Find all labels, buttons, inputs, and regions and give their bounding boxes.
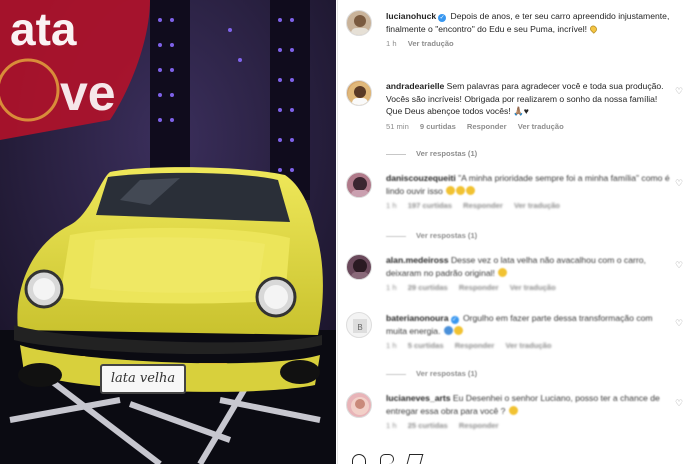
reply-button[interactable]: Responder xyxy=(459,283,499,292)
translate-link[interactable]: Ver tradução xyxy=(518,122,564,131)
comment-time: 51 min xyxy=(386,121,409,131)
comment-item: alan.medeiross Desse vez o lata velha nã… xyxy=(346,254,688,302)
comment-meta: 1 h 197 curtidas Responder Ver tradução xyxy=(386,200,670,213)
avatar[interactable] xyxy=(346,392,372,418)
comment-username[interactable]: lucianeves_arts xyxy=(386,393,451,403)
comment-meta: 51 min 9 curtidas Responder Ver tradução xyxy=(386,121,670,134)
comment-body: alan.medeiross Desse vez o lata velha nã… xyxy=(386,254,670,295)
avatar[interactable] xyxy=(346,172,372,198)
view-replies-button[interactable]: Ver respostas (1) xyxy=(386,369,477,378)
translate-link[interactable]: Ver tradução xyxy=(514,201,560,210)
divider-line xyxy=(386,153,406,155)
comment-likes[interactable]: 29 curtidas xyxy=(408,283,448,292)
comment-likes[interactable]: 5 curtidas xyxy=(408,341,444,350)
comment-body: baterianonoura ✓ Orgulho em fazer parte d… xyxy=(386,312,670,353)
like-heart-icon[interactable]: ♡ xyxy=(674,178,684,188)
emoji-icon xyxy=(498,267,508,277)
reply-button[interactable]: Responder xyxy=(463,201,503,210)
like-heart-icon[interactable]: ♡ xyxy=(674,398,684,408)
comment-meta: 1 h 29 curtidas Responder Ver tradução xyxy=(386,282,670,295)
like-heart-icon[interactable]: ♡ xyxy=(674,86,684,96)
verified-badge-icon: ✓ xyxy=(450,316,459,324)
yellow-heart-emoji-icon xyxy=(589,23,599,34)
comment-time: 1 h xyxy=(386,201,397,211)
comment-meta: 1 h 25 curtidas Responder xyxy=(386,420,670,433)
comment-item: lucianeves_arts Eu Desenhei o senhor Luc… xyxy=(346,392,688,440)
translate-link[interactable]: Ver tradução xyxy=(510,283,556,292)
svg-text:ve: ve xyxy=(60,65,116,121)
comment-username[interactable]: alan.medeiross xyxy=(386,255,449,265)
reply-button[interactable]: Responder xyxy=(455,341,495,350)
post-action-bar xyxy=(346,454,546,464)
caption-meta: 1 h Ver tradução xyxy=(386,38,670,51)
emoji-icon xyxy=(456,185,466,195)
caption-time: 1 h xyxy=(386,39,397,49)
emoji-icon xyxy=(466,185,476,195)
view-replies-button[interactable]: Ver respostas (1) xyxy=(386,149,477,158)
sign-text: lata velha xyxy=(110,371,176,386)
avatar[interactable] xyxy=(346,254,372,280)
comment-item: daniscouzequeiti "A minha prioridade sem… xyxy=(346,172,688,220)
comment-body: daniscouzequeiti "A minha prioridade sem… xyxy=(386,172,670,213)
verified-badge-icon: ✓ xyxy=(438,14,447,22)
post-caption: lucianohuck ✓ Depois de anos, e ter seu c… xyxy=(346,10,688,70)
comment-meta: 1 h 5 curtidas Responder Ver tradução xyxy=(386,340,670,353)
comment-body: andradearielle Sem palavras para agradec… xyxy=(386,80,670,133)
avatar[interactable]: B xyxy=(346,312,372,338)
comment-username[interactable]: andradearielle xyxy=(386,81,444,91)
comment-time: 1 h xyxy=(386,283,397,293)
view-replies-button[interactable]: Ver respostas (1) xyxy=(386,231,477,240)
caption-translate-link[interactable]: Ver tradução xyxy=(408,39,454,48)
comment-username[interactable]: baterianonoura xyxy=(386,313,449,323)
avatar[interactable] xyxy=(346,80,372,106)
comment-likes[interactable]: 9 curtidas xyxy=(420,122,456,131)
license-plate-sign: lata velha xyxy=(100,364,186,394)
blue-heart-emoji-icon xyxy=(443,325,453,335)
comment-likes[interactable]: 197 curtidas xyxy=(408,201,452,210)
reply-button[interactable]: Responder xyxy=(459,421,499,430)
like-heart-icon[interactable]: ♡ xyxy=(674,260,684,270)
svg-text:ata: ata xyxy=(10,3,77,55)
share-icon[interactable] xyxy=(406,454,424,464)
translate-link[interactable]: Ver tradução xyxy=(505,341,551,350)
emoji-icon xyxy=(508,405,518,415)
caption-body: lucianohuck ✓ Depois de anos, e ter seu c… xyxy=(386,10,670,51)
caption-username[interactable]: lucianohuck xyxy=(386,11,436,21)
reply-button[interactable]: Responder xyxy=(467,122,507,131)
divider-line xyxy=(386,373,406,375)
comment-body: lucianeves_arts Eu Desenhei o senhor Luc… xyxy=(386,392,670,433)
comment-icon[interactable] xyxy=(380,454,394,464)
comment-likes[interactable]: 25 curtidas xyxy=(408,421,448,430)
emoji-icon xyxy=(453,325,463,335)
post-photo[interactable]: ata ve lata velha xyxy=(0,0,336,464)
like-icon[interactable] xyxy=(352,454,366,464)
comments-panel[interactable]: lucianohuck ✓ Depois de anos, e ter seu c… xyxy=(337,0,696,464)
comment-item: andradearielle Sem palavras para agradec… xyxy=(346,80,688,140)
avatar[interactable] xyxy=(346,10,372,36)
svg-text:B: B xyxy=(357,323,362,332)
divider-line xyxy=(386,235,406,237)
emoji-icon xyxy=(446,185,456,195)
car-photo-illustration: ata ve xyxy=(0,0,336,464)
comment-username[interactable]: daniscouzequeiti xyxy=(386,173,456,183)
comment-time: 1 h xyxy=(386,341,397,351)
like-heart-icon[interactable]: ♡ xyxy=(674,318,684,328)
comment-time: 1 h xyxy=(386,421,397,431)
comment-item: B baterianonoura ✓ Orgulho em fazer parte… xyxy=(346,312,688,360)
